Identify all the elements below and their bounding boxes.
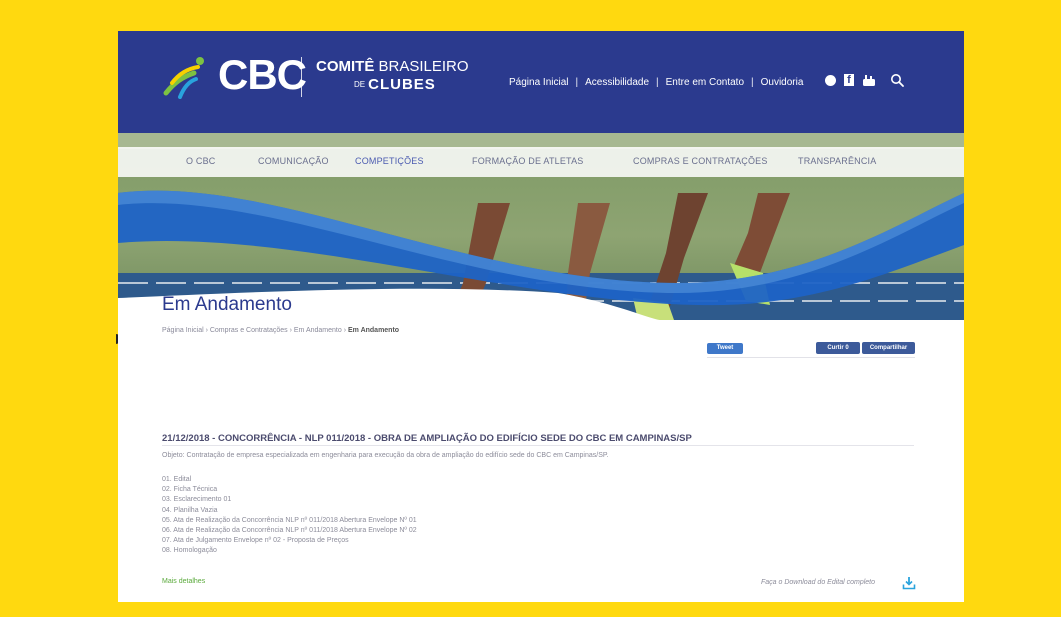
website-screenshot: CBC COMITÊ BRASILEIRO DE CLUBES Página In… [118,31,964,602]
page-title: Em Andamento [162,294,292,315]
share-button[interactable]: Compartilhar [862,342,915,354]
nav-item-comunicacao[interactable]: COMUNICAÇÃO [258,156,329,166]
logo-divider [301,57,302,97]
link-separator: | [656,76,659,88]
header-link-contact[interactable]: Entre em Contato [666,77,744,88]
header-link-home[interactable]: Página Inicial [509,77,568,88]
circle-icon[interactable] [825,74,836,86]
social-icons: f [825,73,904,87]
document-link[interactable]: 07. Ata de Julgamento Envelope nº 02 - P… [162,536,417,546]
document-link[interactable]: 03. Esclarecimento 01 [162,495,417,505]
document-link[interactable]: 01. Edital [162,475,417,485]
link-separator: | [575,76,579,88]
cbc-logo-text[interactable]: CBC [218,52,307,98]
download-edital-link[interactable]: Faça o Download do Edital completo [761,579,875,586]
more-details-link[interactable]: Mais detalhes [162,578,205,585]
site-header: CBC COMITÊ BRASILEIRO DE CLUBES Página In… [118,31,964,133]
document-link[interactable]: 05. Ata de Realização da Concorrência NL… [162,516,417,526]
nav-item-formacao-atletas[interactable]: FORMAÇÃO DE ATLETAS [472,156,583,166]
article-description: Objeto: Contratação de empresa especiali… [162,452,609,459]
header-links: Página Inicial | Acessibilidade | Entre … [509,72,803,92]
share-divider [707,357,915,358]
nav-item-o-cbc[interactable]: O CBC [186,156,216,166]
document-link[interactable]: 02. Ficha Técnica [162,485,417,495]
search-icon[interactable] [890,73,904,87]
document-list: 01. Edital 02. Ficha Técnica 03. Esclare… [162,475,417,557]
tweet-button[interactable]: Tweet [707,343,743,354]
facebook-like-button[interactable]: Curtir 0 [816,342,860,354]
breadcrumb: Página Inicial › Compras e Contratações … [162,327,399,334]
article-title[interactable]: 21/12/2018 - CONCORRÊNCIA - NLP 011/2018… [162,433,692,444]
nav-item-transparencia[interactable]: TRANSPARÊNCIA [798,156,876,166]
breadcrumb-path[interactable]: Página Inicial › Compras e Contratações … [162,327,348,334]
document-link[interactable]: 06. Ata de Realização da Concorrência NL… [162,526,417,536]
facebook-icon[interactable]: f [844,74,854,86]
document-link[interactable]: 08. Homologação [162,546,417,556]
nav-item-compras-contratacoes[interactable]: COMPRAS E CONTRATAÇÕES [633,156,768,166]
main-navigation: O CBC COMUNICAÇÃO COMPETIÇÕES FORMAÇÃO D… [118,147,964,177]
header-link-ombudsman[interactable]: Ouvidoria [761,77,804,88]
nav-item-competicoes[interactable]: COMPETIÇÕES [355,156,424,166]
logo-name-line1: COMITÊ BRASILEIRO [316,58,469,75]
header-link-accessibility[interactable]: Acessibilidade [585,77,649,88]
link-separator: | [751,76,754,88]
breadcrumb-current: Em Andamento [347,327,400,334]
logo-name-line2: DE CLUBES [354,76,436,93]
download-icon[interactable] [902,576,916,590]
youtube-icon[interactable] [862,74,876,87]
runner-logo-icon [163,57,204,99]
article-divider [162,445,914,446]
document-link[interactable]: 04. Planilha Vazia [162,506,417,516]
